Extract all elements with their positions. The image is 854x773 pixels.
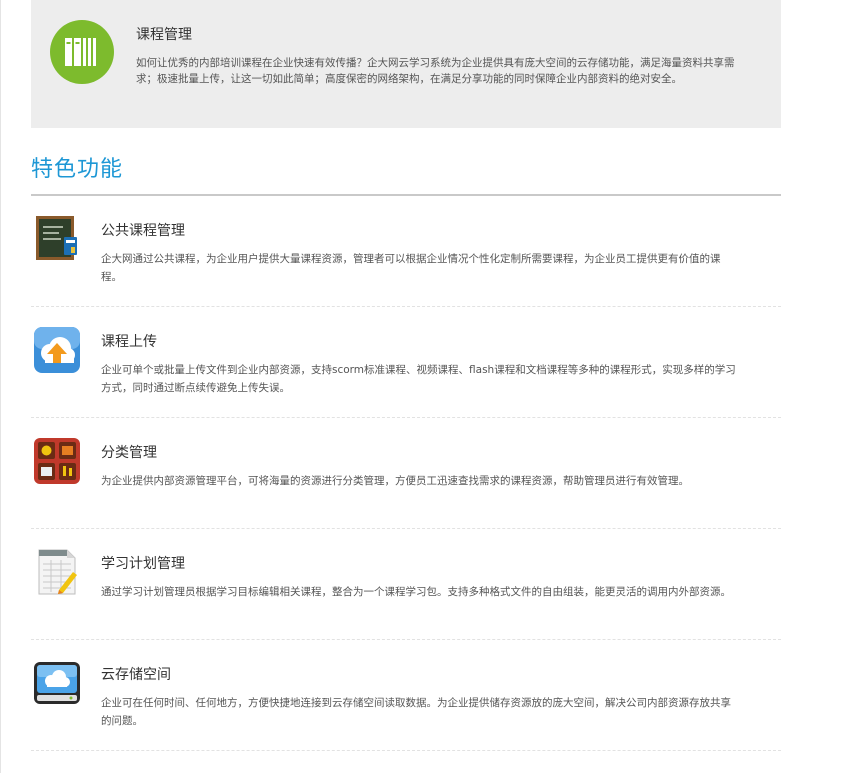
blackboard-icon <box>33 215 81 263</box>
feature-description: 为企业提供内部资源管理平台，可将海量的资源进行分类管理，方便员工迅速查找需求的课… <box>101 475 689 487</box>
cloud-storage-icon <box>33 659 81 707</box>
section-title: 特色功能 <box>31 157 124 182</box>
intro-description: 如何让优秀的内部培训课程在企业快速有效传播？企大网云学习系统为企业提供具有庞大空… <box>136 57 735 85</box>
feature-course-upload: 课程上传 企业可单个或批量上传文件到企业内部资源，支持scorm标准课程、视频课… <box>31 307 781 418</box>
feature-title: 分类管理 <box>101 445 157 461</box>
feature-description: 通过学习计划管理员根据学习目标编辑相关课程，整合为一个课程学习包。支持多种格式文… <box>101 586 731 598</box>
cloud-upload-icon <box>33 326 81 374</box>
feature-category-management: 分类管理 为企业提供内部资源管理平台，可将海量的资源进行分类管理，方便员工迅速查… <box>31 418 781 529</box>
bookshelf-icon <box>50 20 114 84</box>
feature-study-plan: 学习计划管理 通过学习计划管理员根据学习目标编辑相关课程，整合为一个课程学习包。… <box>31 529 781 640</box>
category-grid-icon <box>33 437 81 485</box>
feature-description: 企大网通过公共课程，为企业用户提供大量课程资源，管理者可以根据企业情况个性化定制… <box>101 253 721 283</box>
feature-description: 企业可在任何时间、任何地方，方便快捷地连接到云存储空间读取数据。为企业提供储存资… <box>101 697 731 727</box>
feature-title: 学习计划管理 <box>101 556 185 572</box>
feature-description: 企业可单个或批量上传文件到企业内部资源，支持scorm标准课程、视频课程、fla… <box>101 364 736 394</box>
page-left-border <box>0 0 1 773</box>
study-plan-icon <box>33 548 81 596</box>
feature-title: 云存储空间 <box>101 667 171 683</box>
intro-title: 课程管理 <box>136 27 192 43</box>
feature-cloud-storage: 云存储空间 企业可在任何时间、任何地方，方便快捷地连接到云存储空间读取数据。为企… <box>31 640 781 751</box>
feature-title: 公共课程管理 <box>101 223 185 239</box>
feature-title: 课程上传 <box>101 334 157 350</box>
feature-public-course: 公共课程管理 企大网通过公共课程，为企业用户提供大量课程资源，管理者可以根据企业… <box>31 196 781 307</box>
course-management-intro: 课程管理 如何让优秀的内部培训课程在企业快速有效传播？企大网云学习系统为企业提供… <box>31 0 781 128</box>
